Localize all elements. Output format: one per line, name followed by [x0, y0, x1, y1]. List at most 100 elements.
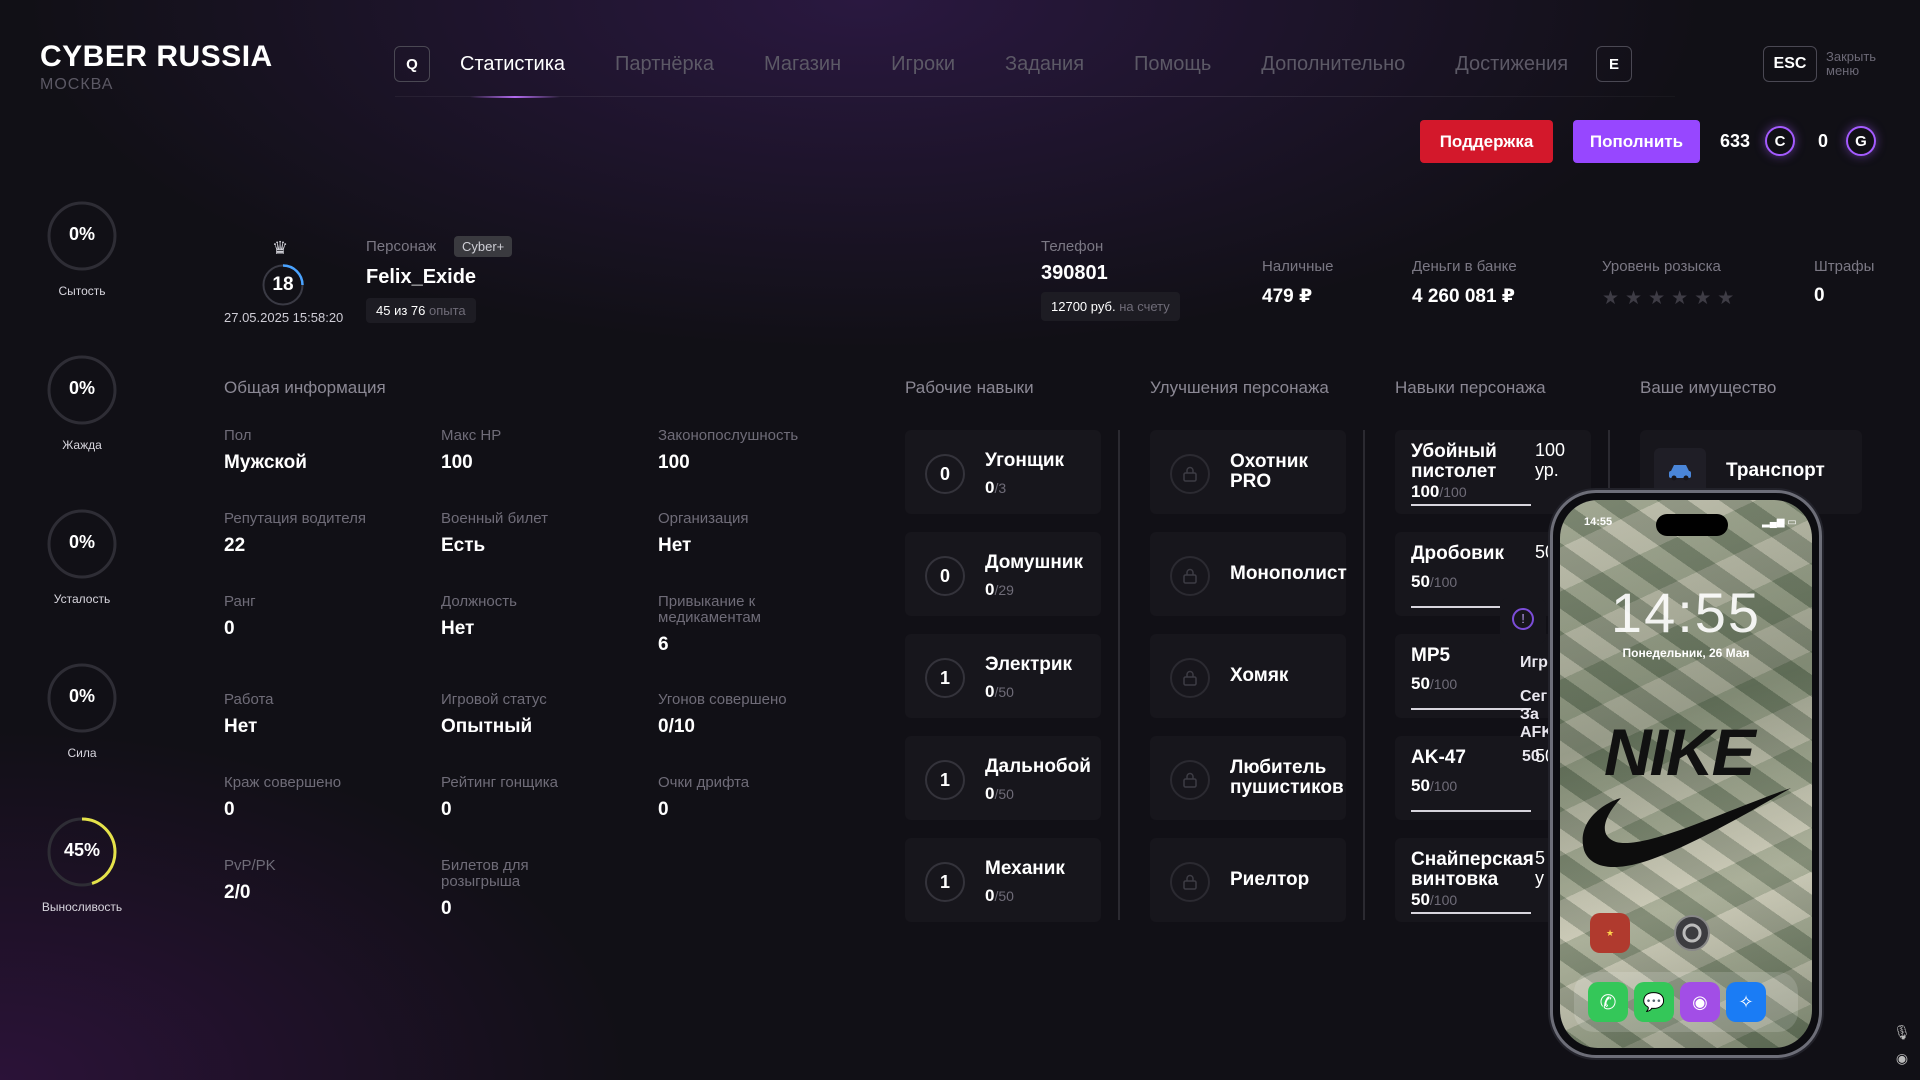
info-cell: Привыкание к медикаментам 6 [658, 594, 828, 656]
char-skill-card[interactable]: Убойный пистолет 100/100 100 ур. [1395, 430, 1591, 514]
info-label: Ранг [224, 593, 256, 610]
car-icon [1654, 448, 1706, 496]
character-label: Персонаж [366, 238, 437, 255]
info-label: Пол [224, 427, 252, 444]
tab-additional[interactable]: Дополнительно [1261, 53, 1405, 76]
tab-partner[interactable]: Партнёрка [615, 53, 714, 76]
nav-prev-key[interactable]: Q [394, 46, 430, 82]
podcasts-app-icon[interactable]: ◉ [1680, 982, 1720, 1022]
phone-date: Понедельник, 26 Мая [1622, 646, 1750, 660]
work-skill-card[interactable]: 1 Электрик 0/50 [905, 634, 1101, 718]
tab-tasks[interactable]: Задания [1005, 53, 1084, 76]
info-cell: Рейтинг гонщика 0 [441, 775, 611, 821]
char-skill-max: /100 [1429, 676, 1458, 692]
esc-key[interactable]: ESC [1763, 46, 1817, 82]
upgrade-name-line1: Охотник [1230, 451, 1308, 472]
meter-value-1: 0% [68, 378, 95, 398]
c-currency-value: 633 [1720, 131, 1751, 151]
char-skill-progress: 50/100 [1411, 674, 1457, 694]
tab-players[interactable]: Игроки [891, 53, 955, 76]
bank-stat: Деньги в банке 4 260 081 ₽ [1412, 258, 1517, 308]
overlay-panel: ! [1500, 598, 1546, 644]
level-value: 18 [272, 274, 294, 295]
char-skill-level-value: 100 [1535, 440, 1566, 460]
upgrade-card[interactable]: Любитель пушистиков [1150, 736, 1346, 820]
upgrade-card[interactable]: Охотник PRO [1150, 430, 1346, 514]
info-label: Должность [441, 593, 517, 610]
wanted-star-icon: ★ [1694, 288, 1712, 309]
char-skill-max: /100 [1429, 778, 1458, 794]
overlay-fragment-games: Игр [1520, 654, 1548, 671]
info-label: Работа [224, 691, 274, 708]
info-label: Привыкание к медикаментам [658, 593, 761, 626]
upgrade-card[interactable]: Риелтор [1150, 838, 1346, 922]
info-value: Есть [441, 535, 486, 556]
upgrade-name-line2: пушистиков [1230, 777, 1344, 798]
info-cell: Макс HP 100 [441, 428, 611, 474]
close-menu-label[interactable]: Закрыть меню [1826, 50, 1896, 78]
settings-icon[interactable] [1672, 913, 1712, 953]
work-skill-level: 1 [925, 658, 965, 698]
char-skill-name-line2: пистолет [1411, 461, 1497, 482]
char-skill-level-unit: ур. [1535, 460, 1559, 480]
topup-button[interactable]: Пополнить [1573, 120, 1700, 163]
work-skill-name: Угонщик [985, 450, 1065, 471]
work-skill-max: /50 [994, 684, 1014, 700]
info-label: PvP/PK [224, 857, 276, 874]
experience-suffix: опыта [429, 303, 466, 318]
phone-screen[interactable]: 14:55 ▂▄▆ ▭ 14:55 Понедельник, 26 Мая NI… [1560, 500, 1812, 1048]
work-skill-name: Электрик [985, 654, 1073, 675]
phone-overlay[interactable]: 14:55 ▂▄▆ ▭ 14:55 Понедельник, 26 Мая NI… [1550, 490, 1822, 1058]
work-skill-card[interactable]: 1 Механик 0/50 [905, 838, 1101, 922]
tab-shop[interactable]: Магазин [764, 53, 841, 76]
upgrade-card[interactable]: Монополист [1150, 532, 1347, 616]
game-app-icon[interactable]: ★ [1590, 913, 1630, 953]
tab-achievements[interactable]: Достижения [1455, 53, 1568, 76]
work-skill-card[interactable]: 1 Дальнобой 0/50 [905, 736, 1101, 820]
info-cell: Пол Мужской [224, 428, 394, 474]
tab-statistics[interactable]: Статистика [460, 53, 565, 76]
character-name: Felix_Exide [366, 266, 477, 288]
safari-app-icon[interactable]: ✧ [1726, 982, 1766, 1022]
location-icon[interactable]: ◉ [1892, 1050, 1912, 1070]
info-label: Краж совершено [224, 774, 342, 791]
phone-label: Телефон [1041, 238, 1104, 255]
info-value: 0/10 [658, 716, 695, 737]
nav-next-key[interactable]: E [1596, 46, 1633, 82]
char-skill-max: /100 [1439, 484, 1467, 500]
support-button[interactable]: Поддержка [1420, 120, 1553, 163]
char-skill-name-line1: MP5 [1411, 645, 1451, 666]
cash-value: 479 ₽ [1262, 286, 1313, 307]
info-icon: ! [1512, 608, 1534, 630]
info-cell: Игровой статус Опытный [441, 692, 611, 738]
char-skill-current: 50 [1411, 890, 1430, 909]
active-tab-indicator [470, 96, 560, 98]
work-skill-max: /50 [994, 786, 1014, 802]
info-value: 6 [658, 634, 669, 655]
crown-icon: ♛ [272, 238, 289, 258]
info-label: Игровой статус [441, 691, 547, 708]
microphone-icon[interactable]: 🎙 [1892, 1024, 1912, 1044]
meter-value-2: 0% [68, 532, 95, 552]
phone-clock: 14:55 [1610, 581, 1762, 644]
upgrade-name-line1: Монополист [1230, 563, 1347, 584]
info-value: Нет [658, 535, 692, 556]
info-cell: Краж совершено 0 [224, 775, 394, 821]
info-cell: Репутация водителя 22 [224, 511, 394, 557]
property-title: Ваше имущество [1640, 378, 1777, 397]
messages-app-icon[interactable]: 💬 [1634, 982, 1674, 1022]
work-skill-card[interactable]: 0 Домушник 0/29 [905, 532, 1101, 616]
g-currency-value: 0 [1818, 131, 1829, 151]
meter-label-2: Усталость [53, 592, 111, 606]
phone-app-icon[interactable]: ✆ [1588, 982, 1628, 1022]
signal-battery-icon: ▂▄▆ ▭ [1762, 517, 1797, 528]
work-skill-card[interactable]: 0 Угонщик 0/3 [905, 430, 1101, 514]
work-skill-name: Механик [985, 858, 1065, 879]
dynamic-island [1656, 514, 1728, 536]
wanted-star-icon: ★ [1717, 288, 1735, 309]
tab-help[interactable]: Помощь [1134, 53, 1211, 76]
info-value: 0 [224, 799, 235, 820]
upgrade-card[interactable]: Хомяк [1150, 634, 1346, 718]
cash-label: Наличные [1262, 258, 1334, 275]
work-skills-title: Рабочие навыки [905, 378, 1034, 397]
